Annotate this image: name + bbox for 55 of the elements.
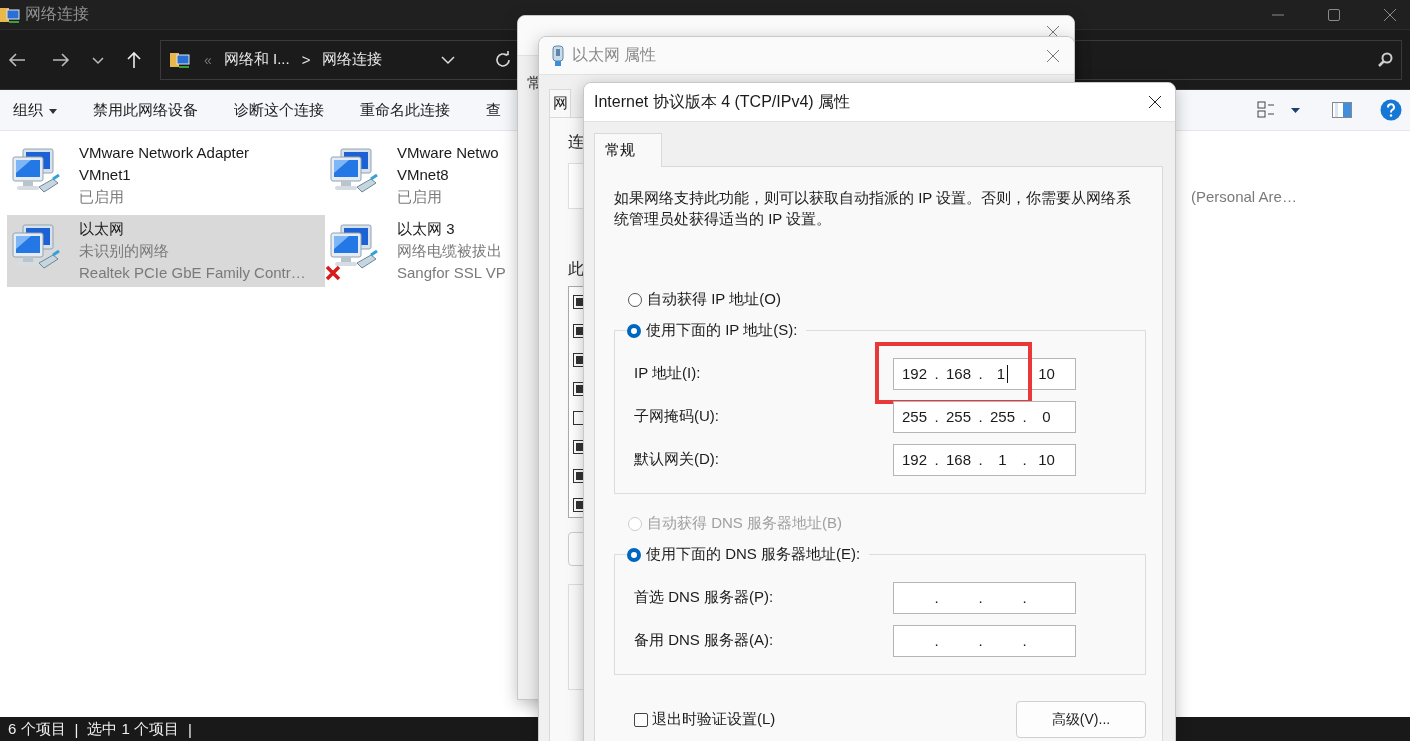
item-name: VMnet8: [397, 165, 450, 185]
dot-separator: .: [1022, 451, 1027, 468]
dialog-title: 以太网 属性: [572, 45, 657, 65]
dot-separator: .: [1022, 632, 1027, 649]
item-detail: 已启用: [397, 187, 443, 207]
item-name: VMware Netwo: [397, 143, 499, 163]
field-label: 首选 DNS 服务器(P):: [634, 588, 775, 607]
status-text: 6 个项目: [8, 719, 66, 739]
item-detail: Realtek PCIe GbE Family Contr…: [79, 263, 306, 283]
dot-separator: .: [978, 451, 983, 468]
octet-text: 0: [1042, 408, 1051, 425]
octet-text: 255: [946, 408, 971, 425]
dot-separator: .: [934, 451, 939, 468]
dot-separator: .: [978, 365, 983, 382]
status-text: 选中 1 个项目: [87, 719, 180, 739]
octet-text: 168: [946, 365, 971, 382]
dialog-title: Internet 协议版本 4 (TCP/IPv4) 属性: [594, 91, 851, 112]
dot-separator: .: [934, 632, 939, 649]
octet-text: 168: [946, 451, 971, 468]
octet-text: 1: [998, 451, 1007, 468]
field-label: IP 地址(I):: [634, 364, 702, 383]
dot-separator: .: [1022, 408, 1027, 425]
octet-text: 192: [902, 451, 927, 468]
status-text: |: [74, 720, 79, 738]
field-label: 备用 DNS 服务器(A):: [634, 631, 775, 650]
dot-separator: .: [978, 632, 983, 649]
field-label: 默认网关(D):: [634, 450, 720, 469]
octet-text: 255: [902, 408, 927, 425]
section-label: 此: [568, 259, 584, 279]
dot-separator: .: [978, 589, 983, 606]
octet-text: 1: [996, 365, 1006, 382]
item-name: VMware Network Adapter: [79, 143, 250, 163]
description-text: 如果网络支持此功能，则可以获取自动指派的 IP 设置。否则，你需要从网络系统管理员处获得适当的 IP 设置。: [614, 188, 1133, 229]
field-label: 子网掩码(U):: [634, 407, 720, 426]
octet-text: 10: [1038, 451, 1055, 468]
item-detail: Sangfor SSL VP: [397, 263, 506, 283]
octet-text: 10: [1038, 365, 1055, 382]
dot-separator: .: [934, 589, 939, 606]
item-detail: 网络电缆被拔出: [397, 241, 503, 261]
dot-separator: .: [934, 408, 939, 425]
status-text: |: [188, 720, 192, 738]
octet-text: 192: [902, 365, 927, 382]
dot-separator: .: [978, 408, 983, 425]
item-detail: (Personal Are…: [1191, 187, 1297, 207]
breadcrumb-separator: >: [301, 51, 311, 68]
window-title: 网络连接: [25, 4, 89, 24]
octet-text: 255: [990, 408, 1015, 425]
item-name: 以太网 3: [397, 219, 456, 239]
item-detail: 未识别的网络: [79, 241, 170, 261]
item-detail: 已启用: [79, 187, 125, 207]
item-name: VMnet1: [79, 165, 132, 185]
item-name: 以太网: [79, 219, 125, 239]
dot-separator: .: [934, 365, 939, 382]
section-label: 连: [568, 132, 584, 152]
dot-separator: .: [1022, 589, 1027, 606]
